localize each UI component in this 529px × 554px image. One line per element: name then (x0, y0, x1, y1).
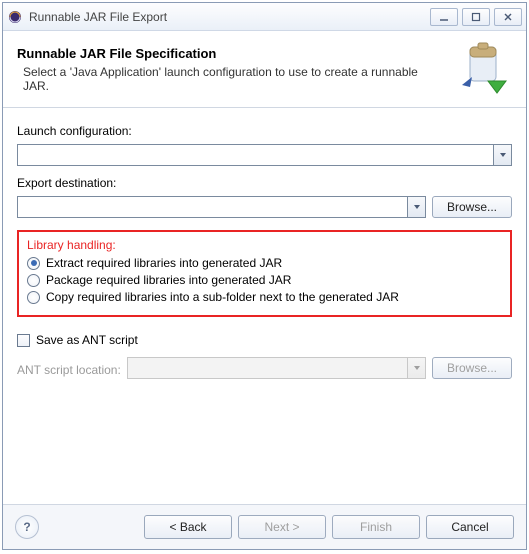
minimize-button[interactable] (430, 8, 458, 26)
export-dest-combo[interactable] (17, 196, 426, 218)
content-area: Launch configuration: Export destination… (3, 108, 526, 504)
next-label: Next > (264, 520, 299, 534)
save-ant-label: Save as ANT script (36, 333, 138, 347)
ant-browse-button: Browse... (432, 357, 512, 379)
library-handling-legend: Library handling: (27, 238, 502, 252)
window-title: Runnable JAR File Export (29, 10, 430, 24)
launch-config-combo[interactable] (17, 144, 512, 166)
chevron-down-icon (493, 145, 511, 165)
cancel-button[interactable]: Cancel (426, 515, 514, 539)
library-handling-group: Library handling: Extract required libra… (17, 230, 512, 317)
dialog-window: Runnable JAR File Export Runnable JAR Fi… (2, 2, 527, 550)
window-buttons (430, 8, 522, 26)
radio-icon (27, 257, 40, 270)
finish-button: Finish (332, 515, 420, 539)
close-button[interactable] (494, 8, 522, 26)
back-label: < Back (169, 520, 206, 534)
launch-config-label: Launch configuration: (17, 124, 512, 138)
back-button[interactable]: < Back (144, 515, 232, 539)
banner: Runnable JAR File Specification Select a… (3, 31, 526, 108)
eclipse-icon (7, 9, 23, 25)
library-option-copy[interactable]: Copy required libraries into a sub-folde… (27, 290, 502, 304)
banner-title: Runnable JAR File Specification (17, 46, 446, 61)
banner-description: Select a 'Java Application' launch confi… (17, 65, 446, 93)
ant-location-combo (127, 357, 426, 379)
export-browse-button[interactable]: Browse... (432, 196, 512, 218)
radio-icon (27, 274, 40, 287)
next-button: Next > (238, 515, 326, 539)
finish-label: Finish (360, 520, 392, 534)
radio-icon (27, 291, 40, 304)
export-dest-label: Export destination: (17, 176, 512, 190)
titlebar: Runnable JAR File Export (3, 3, 526, 31)
save-ant-checkbox[interactable]: Save as ANT script (17, 333, 512, 347)
help-button[interactable]: ? (15, 515, 39, 539)
ant-location-label: ANT script location: (17, 363, 121, 377)
export-browse-label: Browse... (447, 200, 497, 214)
library-option-label: Copy required libraries into a sub-folde… (46, 290, 399, 304)
ant-browse-label: Browse... (447, 361, 497, 375)
jar-export-icon (456, 41, 512, 97)
library-option-extract[interactable]: Extract required libraries into generate… (27, 256, 502, 270)
library-option-package[interactable]: Package required libraries into generate… (27, 273, 502, 287)
library-option-label: Package required libraries into generate… (46, 273, 291, 287)
chevron-down-icon (407, 197, 425, 217)
cancel-label: Cancel (451, 520, 488, 534)
help-icon: ? (23, 520, 30, 534)
maximize-button[interactable] (462, 8, 490, 26)
footer: ? < Back Next > Finish Cancel (3, 504, 526, 549)
library-option-label: Extract required libraries into generate… (46, 256, 282, 270)
chevron-down-icon (407, 358, 425, 378)
checkbox-icon (17, 334, 30, 347)
